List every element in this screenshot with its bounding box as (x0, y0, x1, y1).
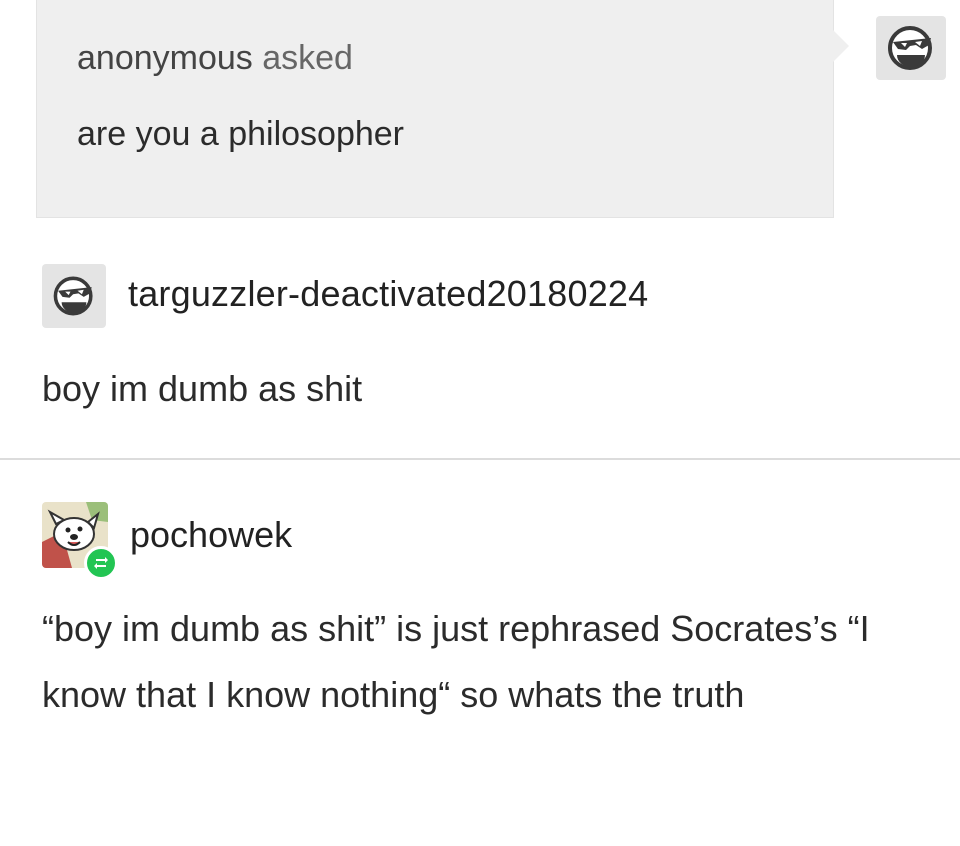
asker-name[interactable]: anonymous (77, 39, 253, 77)
ask-question: are you a philosopher (77, 115, 405, 153)
targuzzler-avatar[interactable] (42, 264, 106, 328)
tumblr-post: anonymous asked are you a philosopher ta… (0, 0, 960, 846)
sunglasses-face-icon (53, 276, 93, 316)
post-username[interactable]: pochowek (130, 513, 292, 557)
post-divider (0, 458, 960, 460)
reblog-icon (94, 557, 108, 569)
post-body: “boy im dumb as shit” is just rephrased … (42, 608, 870, 715)
ask-box: anonymous asked are you a philosopher (36, 0, 849, 218)
post-username[interactable]: targuzzler-deactivated20180224 (128, 272, 648, 316)
post-body: boy im dumb as shit (42, 368, 363, 409)
ask-header: anonymous asked (77, 36, 353, 80)
answerer-avatar[interactable] (876, 16, 946, 80)
reblog-badge (84, 546, 118, 580)
ask-verb: asked (262, 39, 353, 77)
sunglasses-face-icon (888, 26, 932, 70)
